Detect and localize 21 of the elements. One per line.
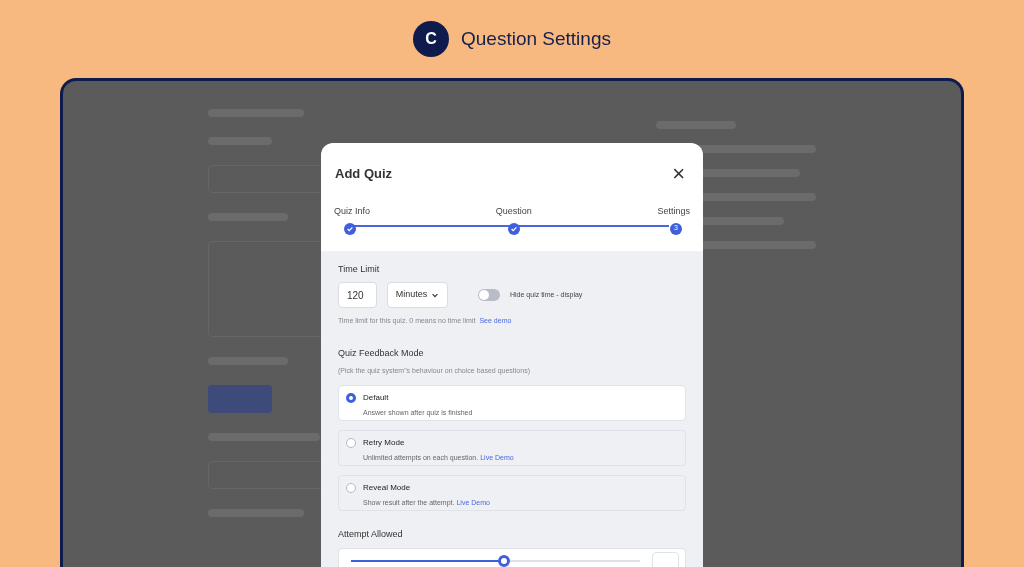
section-label: Quiz Feedback Mode	[338, 346, 425, 360]
step-label: Question	[495, 205, 532, 218]
chevron-icon	[431, 291, 440, 299]
step-label: Settings	[657, 205, 690, 218]
step-label: Quiz Info	[334, 205, 371, 218]
option-title: Default	[363, 391, 390, 404]
dialog-title: Add Quiz	[335, 165, 393, 184]
radio-button[interactable]	[346, 437, 356, 448]
radio-button[interactable]	[346, 392, 356, 403]
close-button[interactable]: ×	[672, 163, 689, 185]
section-label: Time Limit	[338, 262, 381, 276]
option-title: Reveal Mode	[363, 481, 412, 494]
logo: C	[413, 21, 449, 57]
unit-dropdown[interactable]: Minutes	[387, 282, 448, 308]
page-title: Question Settings	[461, 26, 611, 51]
radio-button[interactable]	[346, 482, 356, 493]
time-input[interactable]: 120	[338, 282, 377, 308]
attempt-input[interactable]	[652, 551, 679, 567]
section-label: Attempt Allowed	[338, 527, 404, 541]
toggle-switch[interactable]	[478, 289, 500, 301]
option-title: Retry Mode	[363, 436, 406, 449]
